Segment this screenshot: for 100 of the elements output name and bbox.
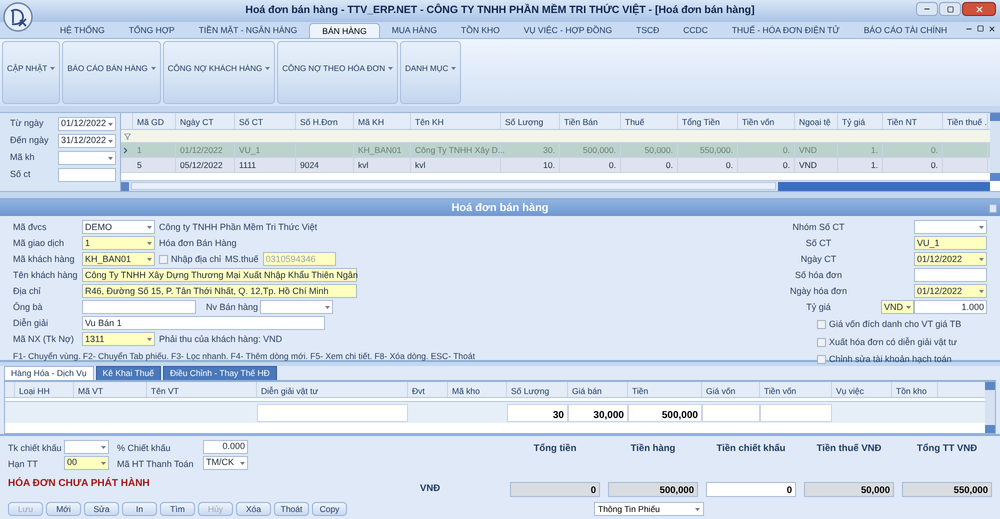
caret-icon (979, 258, 984, 261)
column-header[interactable]: Tỷ giá (838, 113, 883, 129)
menu-tab[interactable]: VỤ VIỆC - HỢP ĐỒNG (512, 23, 624, 38)
column-header[interactable]: Giá vốn (702, 382, 760, 397)
checkbox[interactable] (817, 355, 826, 364)
column-header[interactable]: Tiền NT (883, 113, 943, 129)
dropdown[interactable]: 1 (82, 236, 155, 250)
column-header[interactable]: Tiền vốn (738, 113, 795, 129)
menu-tab[interactable]: BÁN HÀNG (309, 23, 380, 38)
column-header[interactable]: Mã kho (448, 382, 507, 397)
table-cell-text: 05/12/2022 (179, 158, 224, 172)
caret-icon (147, 338, 152, 341)
toolbar-button[interactable]: Xóa (236, 502, 271, 516)
column-header[interactable]: Số Lượng (501, 113, 560, 129)
input-field[interactable] (914, 268, 987, 282)
column-header[interactable]: Diễn giải vật tư (257, 382, 408, 397)
dropdown[interactable] (64, 440, 109, 454)
ribbon-menu-button[interactable]: CÔNG NỢ KHÁCH HÀNG (162, 41, 276, 104)
column-header[interactable]: Tổng Tiền (678, 113, 738, 129)
column-header[interactable]: Tồn kho (892, 382, 938, 397)
menu-tab[interactable]: TỒN KHO (449, 23, 512, 38)
input-field[interactable] (82, 300, 196, 314)
toolbar-button[interactable]: Copy (312, 502, 347, 516)
dropdown[interactable]: KH_BAN01 (82, 252, 155, 266)
dropdown[interactable] (58, 151, 116, 165)
column-header[interactable]: Ngày CT (176, 113, 235, 129)
dropdown[interactable]: 00 (64, 456, 109, 470)
close-button[interactable] (962, 2, 996, 16)
input-field[interactable]: 1.000 (914, 300, 987, 314)
column-header[interactable]: Thuế (621, 113, 678, 129)
vertical-scrollbar[interactable] (985, 382, 995, 433)
menu-tab[interactable]: TSCĐ (624, 23, 672, 38)
input-field[interactable]: 0.000 (203, 440, 248, 454)
column-header[interactable]: Đvt (408, 382, 448, 397)
column-header[interactable]: Tên KH (411, 113, 501, 129)
input-field[interactable]: Công Ty TNHH Xây Dựng Thương Mại Xuất Nhập Khẩu Thiên Ngân (82, 268, 357, 282)
dropdown[interactable]: 01/12/2022 (58, 117, 116, 131)
view-dropdown[interactable]: Thông Tin Phiếu (594, 502, 704, 516)
close-icon[interactable] (988, 25, 996, 33)
dropdown[interactable]: 1311 (82, 332, 155, 346)
checkbox[interactable] (159, 254, 168, 264)
menu-tab[interactable]: TIỀN MẶT - NGÂN HÀNG (186, 23, 310, 38)
horizontal-scrollbar[interactable] (121, 180, 990, 191)
maximize-button[interactable] (939, 2, 961, 16)
total-field[interactable]: 0 (706, 482, 796, 497)
checkbox[interactable] (817, 338, 826, 347)
input-field[interactable] (58, 168, 116, 182)
column-header[interactable]: Tiền Bán (560, 113, 621, 129)
ribbon-menu-button[interactable]: CẬP NHẬT (2, 41, 60, 104)
caret-icon (695, 508, 700, 510)
toolbar-button[interactable]: Sửa (84, 502, 119, 516)
column-header[interactable]: Số CT (235, 113, 296, 129)
column-header[interactable]: Số Lượng (507, 382, 568, 397)
input-field[interactable]: R46, Đường Số 15, P. Tân Thới Nhất, Q. 12,Tp. Hồ Chí Minh (82, 284, 357, 298)
description-text: Công ty TNHH Phần Mềm Tri Thức Việt (159, 220, 318, 234)
toolbar-button[interactable]: In (122, 502, 157, 516)
ribbon-menu-button[interactable]: BÁO CÁO BÁN HÀNG (62, 41, 161, 104)
column-header[interactable]: Tiền vốn (760, 382, 832, 397)
table-cell-text: 1111 (238, 158, 258, 172)
column-header[interactable]: Mã GD (133, 113, 176, 129)
column-header[interactable]: Mã KH (354, 113, 411, 129)
column-header[interactable]: Mã VT (74, 382, 147, 397)
menu-tab[interactable]: TỔNG HỢP (116, 23, 187, 38)
tab[interactable]: Kê Khai Thuế (96, 366, 161, 380)
dropdown[interactable]: 01/12/2022 (914, 284, 987, 298)
column-header[interactable]: Tiền thuế . (943, 113, 988, 129)
column-header[interactable]: Loại HH (15, 382, 74, 397)
dropdown[interactable]: DEMO (82, 220, 155, 234)
ribbon-menu-button[interactable]: CÔNG NỢ THEO HÓA ĐƠN (277, 41, 398, 104)
column-header[interactable]: Tiền (628, 382, 702, 397)
tab[interactable]: Điều Chỉnh - Thay Thế HĐ (162, 366, 277, 380)
panel-toggle-icon[interactable] (989, 204, 997, 212)
ribbon-menu-button[interactable]: DANH MỤC (400, 41, 462, 104)
column-header[interactable]: Vụ việc (832, 382, 892, 397)
menu-tab[interactable]: HỆ THỐNG (48, 23, 117, 38)
menu-tab[interactable]: BÁO CÁO TÀI CHÍNH (852, 23, 960, 38)
menu-tab[interactable]: MUA HÀNG (380, 23, 450, 38)
dropdown[interactable]: 31/12/2022 (58, 134, 116, 148)
checkbox[interactable] (817, 320, 826, 330)
dropdown[interactable]: TM/CK (203, 456, 248, 470)
column-header[interactable]: Giá bán (568, 382, 628, 397)
dropdown[interactable]: VND (881, 300, 914, 314)
table-row[interactable]: 5 05/12/2022 1111 9024 kvl kvl 10. 0. 0. 0. 0. VND 1. 0. (121, 158, 990, 173)
dropdown[interactable]: 01/12/2022 (914, 252, 987, 266)
menu-tab[interactable]: CCDC (671, 23, 720, 38)
toolbar-button[interactable]: Thoát (274, 502, 309, 516)
dropdown[interactable] (260, 300, 333, 314)
filter-icon[interactable] (124, 133, 131, 140)
tab[interactable]: Hàng Hóa - Dịch Vụ (4, 366, 94, 380)
restore-icon[interactable] (977, 25, 984, 32)
dropdown[interactable] (914, 220, 987, 234)
column-header[interactable]: Ngoại tệ (795, 113, 838, 129)
input-field[interactable]: VU_1 (914, 236, 987, 250)
column-header[interactable]: Tên VT (147, 382, 257, 397)
input-field[interactable]: Vu Bán 1 (82, 316, 325, 330)
vertical-scrollbar[interactable] (990, 113, 1000, 181)
toolbar-button[interactable]: Mới (46, 502, 81, 516)
column-header[interactable]: Số H.Đơn (296, 113, 354, 129)
menu-tab[interactable]: THUẾ - HÓA ĐƠN ĐIỆN TỬ (720, 23, 852, 38)
toolbar-button[interactable]: Tìm (160, 502, 195, 516)
